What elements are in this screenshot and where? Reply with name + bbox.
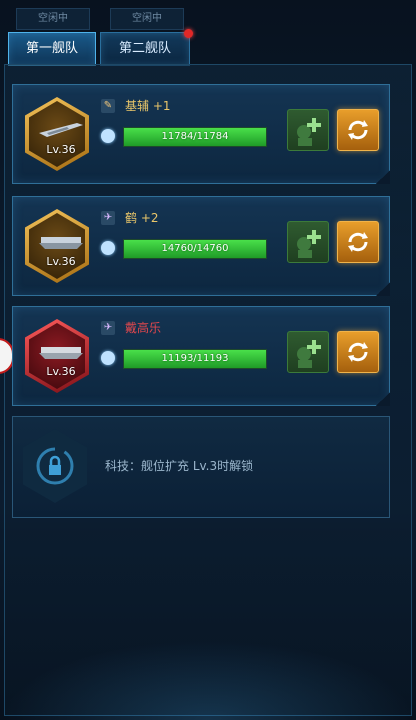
locked-slot-frame: [23, 429, 87, 503]
add-crew-icon: [297, 230, 321, 258]
ship-icon: [39, 347, 83, 359]
refresh-icon: [348, 232, 368, 252]
status-tab-1: 空闲中: [16, 8, 90, 30]
hp-icon: [101, 129, 115, 143]
refresh-icon: [348, 120, 368, 140]
status-tab-2: 空闲中: [110, 8, 184, 30]
ship-name: 戴高乐: [125, 321, 162, 335]
bottom-glow: [0, 640, 416, 720]
scout-tag-icon: ✎: [101, 99, 115, 113]
notification-dot-icon: [184, 29, 193, 38]
ship-level: Lv.36: [46, 365, 76, 378]
hp-text: 11784/11784: [161, 131, 229, 142]
add-crew-icon: [297, 118, 321, 146]
ship-level: Lv.36: [46, 255, 76, 268]
ship-card[interactable]: Lv.36 ✈ 鹤 +2 14760/14760: [12, 196, 390, 296]
hp-bar: 11784/11784: [123, 127, 267, 147]
ship-card[interactable]: Lv.36 ✎ 基辅 +1 11784/11784: [12, 84, 390, 184]
hp-bar: 11193/11193: [123, 349, 267, 369]
ship-icon: [39, 237, 83, 249]
ship-portrait-bg: Lv.36: [29, 213, 85, 279]
hp-text: 14760/14760: [161, 243, 229, 254]
hp-bar: 14760/14760: [123, 239, 267, 259]
add-crew-button[interactable]: [287, 221, 329, 263]
lock-icon: [36, 447, 74, 485]
tab-second-fleet-label: 第二舰队: [118, 41, 171, 56]
swap-ship-button[interactable]: [337, 331, 379, 373]
ship-card[interactable]: Lv.36 ✈ 戴高乐 11193/11193: [12, 306, 390, 406]
hp-icon: [101, 241, 115, 255]
add-crew-button[interactable]: [287, 109, 329, 151]
ship-icon: [39, 123, 83, 137]
plane-icon: ✈: [101, 321, 115, 335]
swap-ship-button[interactable]: [337, 109, 379, 151]
ship-level: Lv.36: [46, 143, 76, 156]
ship-portrait-bg: Lv.36: [29, 101, 85, 167]
plane-icon: ✈: [101, 211, 115, 225]
ship-portrait[interactable]: Lv.36: [25, 97, 89, 171]
ship-portrait[interactable]: Lv.36: [25, 319, 89, 393]
add-crew-icon: [297, 340, 321, 368]
ship-portrait[interactable]: Lv.36: [25, 209, 89, 283]
swap-ship-button[interactable]: [337, 221, 379, 263]
unlock-requirement-text: 科技：舰位扩充 Lv.3时解锁: [105, 459, 254, 473]
ship-name: 基辅 +1: [125, 99, 171, 113]
tab-second-fleet[interactable]: 第二舰队: [100, 29, 193, 66]
refresh-icon: [348, 342, 368, 362]
tab-first-fleet[interactable]: 第一舰队: [8, 32, 96, 66]
add-crew-button[interactable]: [287, 331, 329, 373]
locked-slot[interactable]: 科技：舰位扩充 Lv.3时解锁: [12, 416, 390, 518]
hp-icon: [101, 351, 115, 365]
hp-text: 11193/11193: [161, 353, 229, 364]
ship-portrait-bg: Lv.36: [29, 323, 85, 389]
ship-name: 鹤 +2: [125, 211, 159, 225]
